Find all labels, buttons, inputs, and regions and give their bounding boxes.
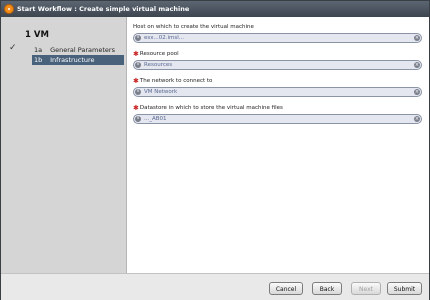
clear-icon[interactable]: ×: [414, 62, 420, 68]
clear-icon[interactable]: ×: [414, 35, 420, 41]
step-1a-general-parameters[interactable]: 1a General Parameters: [34, 45, 126, 55]
host-field[interactable]: i esx...02.imsl... ×: [133, 33, 422, 43]
title-bar[interactable]: Start Workflow : Create simple virtual m…: [1, 1, 429, 17]
window-title: Start Workflow : Create simple virtual m…: [17, 5, 190, 13]
back-button[interactable]: Back: [312, 282, 342, 295]
network-value: VM Network: [144, 89, 178, 95]
info-icon[interactable]: i: [135, 116, 141, 122]
form-panel: Host on which to create the virtual mach…: [127, 17, 429, 273]
datastore-field[interactable]: i ..._AB01 ×: [133, 114, 422, 124]
step-label: General Parameters: [50, 46, 115, 54]
clear-icon[interactable]: ×: [414, 116, 420, 122]
required-marker-icon: ✱: [133, 77, 139, 85]
resource-pool-value: Resources: [144, 62, 173, 68]
datastore-value: ..._AB01: [144, 116, 167, 122]
info-icon[interactable]: i: [135, 35, 141, 41]
step-label: Infrastructure: [50, 56, 95, 64]
workflow-dialog: Start Workflow : Create simple virtual m…: [0, 0, 430, 300]
next-button[interactable]: Next: [351, 282, 381, 295]
step-complete-check-icon: ✓: [9, 43, 17, 53]
clear-icon[interactable]: ×: [414, 89, 420, 95]
network-label: ✱The network to connect to: [133, 77, 213, 85]
resource-pool-label: ✱Resource pool: [133, 50, 179, 58]
dialog-footer: Cancel Back Next Submit: [1, 273, 429, 300]
host-field-label: Host on which to create the virtual mach…: [133, 24, 254, 30]
step-1b-infrastructure[interactable]: 1b Infrastructure: [32, 55, 124, 65]
required-marker-icon: ✱: [133, 104, 139, 112]
submit-button[interactable]: Submit: [387, 282, 422, 295]
cancel-button[interactable]: Cancel: [269, 282, 303, 295]
orchestrator-logo-icon: [4, 4, 14, 14]
step-number: 1a: [34, 46, 43, 54]
datastore-label: ✱Datastore in which to store the virtual…: [133, 104, 283, 112]
resource-pool-field[interactable]: i Resources ×: [133, 60, 422, 70]
network-field[interactable]: i VM Network ×: [133, 87, 422, 97]
info-icon[interactable]: i: [135, 62, 141, 68]
step-1-title: 1 VM: [25, 30, 49, 40]
step-number: 1b: [34, 56, 43, 64]
required-marker-icon: ✱: [133, 50, 139, 58]
info-icon[interactable]: i: [135, 89, 141, 95]
steps-sidebar: 1 VM ✓ 1a General Parameters 1b Infrastr…: [1, 17, 127, 273]
host-value: esx...02.imsl...: [144, 35, 185, 41]
